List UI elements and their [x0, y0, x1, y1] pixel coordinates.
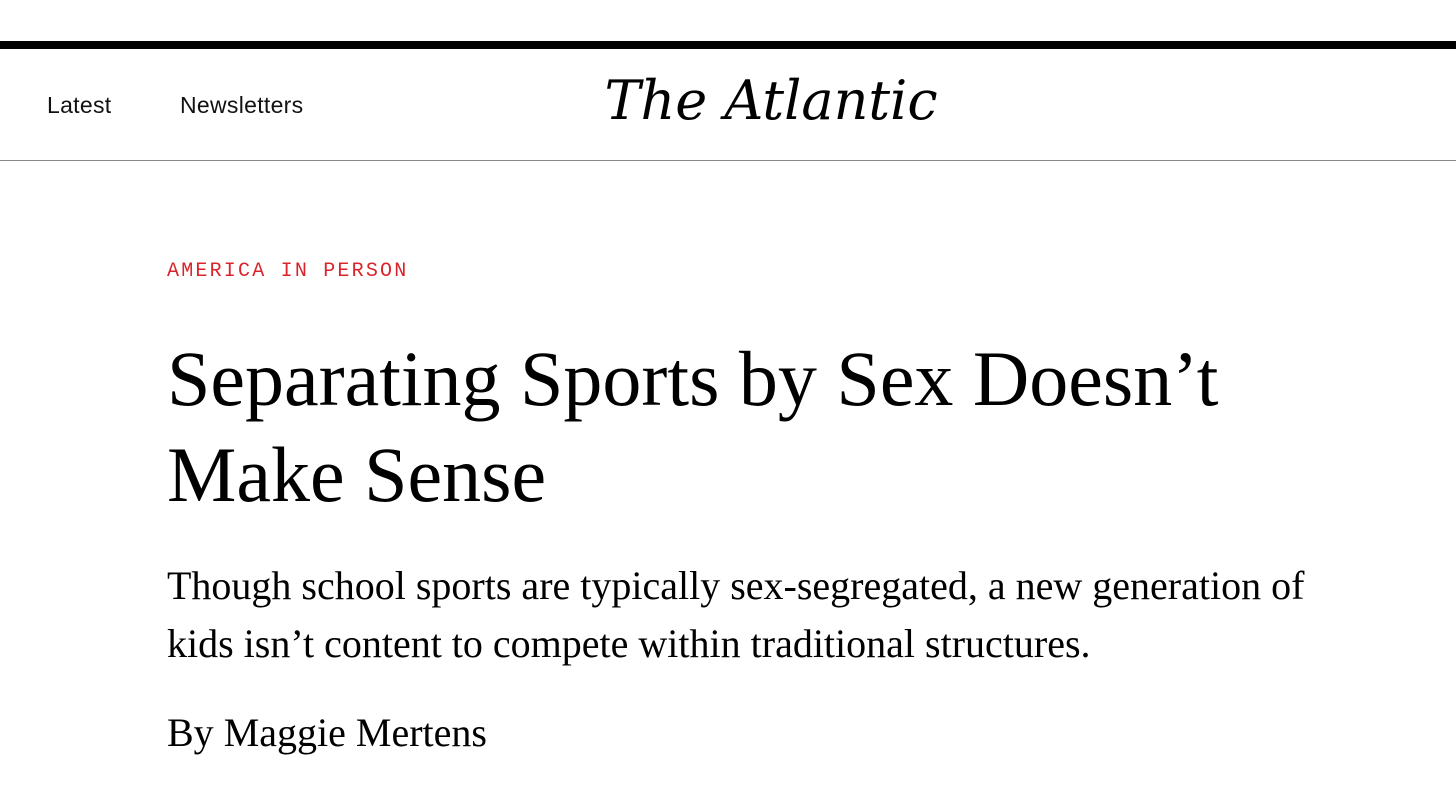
author-link[interactable]: Maggie Mertens	[224, 710, 487, 755]
site-logo[interactable]: The Atlantic	[0, 61, 1456, 141]
header-top-rule	[0, 41, 1456, 49]
header-divider	[0, 160, 1456, 161]
section-label[interactable]: AMERICA IN PERSON	[167, 259, 408, 285]
article-dek: Though school sports are typically sex-s…	[167, 563, 1305, 666]
byline-prefix: By	[167, 710, 214, 755]
site-header: Latest Newsletters The Atlantic	[0, 49, 1456, 160]
article-byline: By Maggie Mertens	[167, 708, 487, 758]
top-strip	[0, 0, 1456, 41]
article-headline: Separating Sports by Sex Doesn’t Make Se…	[167, 335, 1219, 518]
